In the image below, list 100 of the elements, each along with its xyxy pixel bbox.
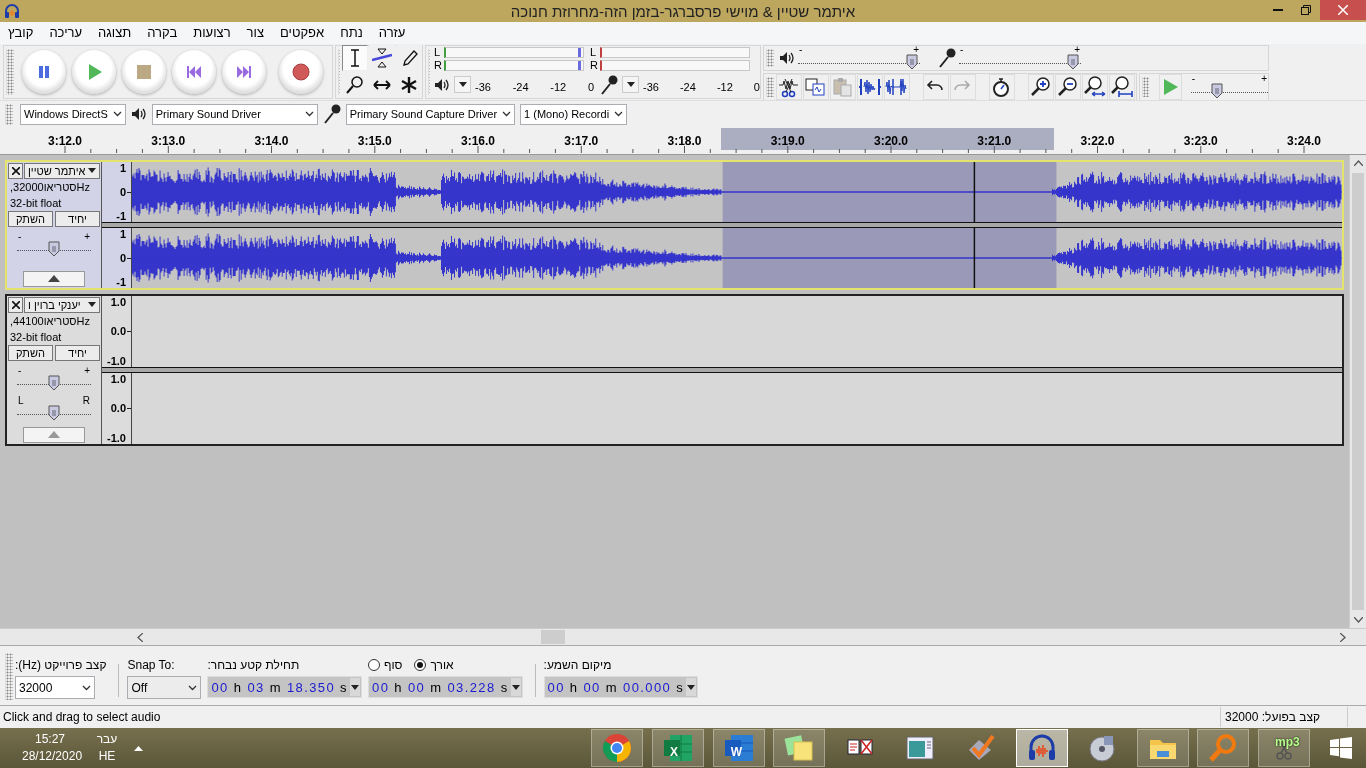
grip-handle[interactable] — [5, 653, 13, 701]
radio-button[interactable] — [414, 659, 427, 672]
menu-item[interactable]: תצוגה — [90, 23, 140, 43]
meter-menu-button[interactable] — [454, 76, 471, 94]
fit-selection-button[interactable] — [1082, 73, 1108, 100]
radio-label[interactable]: סוף — [384, 658, 403, 673]
radio-button[interactable] — [368, 659, 380, 672]
menu-item[interactable]: קובץ — [0, 23, 42, 43]
amplitude-label: 0.0 — [110, 402, 131, 415]
selection-start-field[interactable]: 00 h 03 m 18.350 s — [207, 676, 362, 699]
undo-button[interactable] — [923, 73, 949, 100]
grip-handle[interactable] — [6, 48, 14, 95]
copy-button[interactable] — [803, 73, 829, 100]
audio-host-dropdown[interactable]: Windows DirectS — [20, 103, 126, 125]
meter-menu-button[interactable] — [622, 76, 639, 94]
audio-position-field[interactable]: 00 h 00 m 00.000 s — [543, 676, 699, 699]
cut-button[interactable] — [776, 73, 802, 100]
pause-button[interactable] — [22, 49, 66, 94]
meter-scale-label: -36 — [475, 80, 491, 93]
grip-handle[interactable] — [766, 48, 774, 67]
record-icon — [292, 62, 310, 81]
horizontal-scrollbar[interactable] — [137, 629, 1346, 646]
zoom-to-fit-icon — [1110, 75, 1134, 98]
time-label: 3:19.0 — [769, 133, 806, 148]
show-hidden-icons-button[interactable] — [134, 745, 143, 751]
zoom-in-button[interactable] — [1028, 73, 1054, 100]
menu-item[interactable]: רצועות — [185, 23, 239, 43]
track-format: 32-bit float — [9, 195, 63, 211]
menu-item[interactable]: נתח — [332, 23, 371, 43]
menu-item[interactable]: בקרה — [139, 23, 186, 43]
track-name-menu[interactable]: יענקי ברוין ו — [24, 296, 100, 313]
zoom-out-button[interactable] — [1055, 73, 1081, 100]
fit-project-button[interactable] — [1109, 73, 1135, 100]
grip-handle[interactable] — [766, 76, 774, 97]
input-device-dropdown[interactable]: Primary Sound Capture Driver — [345, 103, 516, 125]
slider-thumb[interactable] — [48, 404, 60, 421]
skip-to-start-button[interactable] — [172, 49, 216, 94]
slider-thumb[interactable] — [905, 53, 918, 70]
taskbar-app-button[interactable]: W — [712, 729, 765, 767]
skip-to-end-button[interactable] — [222, 49, 266, 94]
grip-handle[interactable] — [338, 48, 340, 95]
mute-button[interactable]: השתק — [8, 210, 53, 227]
collapse-button[interactable] — [23, 270, 85, 287]
record-button[interactable] — [279, 49, 323, 94]
playback-speed-slider[interactable] — [1190, 82, 1268, 99]
menu-item[interactable]: עריכה — [41, 23, 91, 43]
mute-button[interactable]: השתק — [8, 344, 53, 361]
silence-button[interactable] — [884, 73, 910, 100]
scrollbar-thumb[interactable] — [541, 630, 565, 645]
track-name-menu[interactable]: איתמר שטיין — [24, 162, 100, 179]
snap-to-dropdown[interactable]: Off — [127, 676, 202, 700]
close-track-button[interactable] — [8, 296, 23, 313]
scale-label: + — [1261, 74, 1267, 83]
menu-item[interactable]: אפקטים — [272, 23, 333, 43]
output-device-dropdown[interactable]: Primary Sound Driver — [151, 103, 318, 125]
scale-label: + — [1074, 45, 1080, 54]
actual-rate: קצב בפועל: 32000 — [1220, 707, 1348, 727]
time-label: 3:12.0 — [47, 133, 83, 148]
taskbar-app-button[interactable]: X — [652, 729, 705, 767]
playback-volume-slider[interactable] — [798, 53, 920, 70]
slider-thumb[interactable] — [48, 240, 60, 257]
waveform[interactable] — [132, 161, 1342, 222]
scale-label: - — [799, 45, 803, 54]
grip-handle[interactable] — [1142, 76, 1149, 97]
gain-slider[interactable] — [17, 374, 91, 391]
selection-length-field[interactable]: 00 h 00 m 03.228 s — [368, 676, 523, 699]
pan-slider[interactable] — [17, 404, 91, 421]
input-channels-dropdown[interactable]: 1 (Mono) Recordi — [520, 103, 628, 125]
menu-item[interactable]: צור — [238, 23, 272, 43]
headphones-icon — [4, 3, 20, 19]
arrow-up-icon — [1353, 160, 1363, 167]
field-label: תחילת קטע נבחר: — [207, 658, 301, 673]
arrow-left-icon — [137, 632, 143, 642]
scrollbar-thumb[interactable] — [1352, 172, 1364, 611]
waveform[interactable] — [132, 227, 1342, 288]
close-button[interactable] — [1320, 0, 1366, 20]
logo-text: X — [670, 745, 679, 759]
selection-tool-button[interactable] — [342, 45, 368, 72]
radio-label[interactable]: אורך — [430, 658, 454, 673]
gain-slider[interactable] — [17, 240, 91, 257]
vertical-scrollbar[interactable] — [1349, 154, 1366, 629]
slider-thumb[interactable] — [1066, 53, 1079, 70]
zoom-out-icon — [1056, 75, 1080, 98]
project-rate-dropdown[interactable]: 32000 — [15, 676, 95, 700]
grip-handle[interactable] — [5, 103, 13, 125]
amplitude-label: 1 — [119, 227, 127, 240]
slider-thumb[interactable] — [48, 374, 60, 391]
sticky-notes-icon — [783, 732, 816, 764]
menu-item[interactable]: עזרה — [370, 23, 414, 43]
sync-lock-button[interactable] — [989, 73, 1015, 100]
chevron-down-icon — [614, 111, 624, 118]
slider-thumb[interactable] — [1210, 82, 1223, 99]
zoom-to-selection-icon — [1083, 75, 1107, 98]
taskbar-app-button[interactable] — [1015, 729, 1068, 767]
trim-button[interactable] — [857, 73, 883, 100]
solo-button[interactable]: יחיד — [55, 210, 100, 227]
solo-button[interactable]: יחיד — [55, 344, 100, 361]
close-track-button[interactable] — [8, 162, 23, 179]
recording-volume-slider[interactable] — [959, 53, 1081, 70]
grip-handle[interactable] — [428, 48, 430, 95]
